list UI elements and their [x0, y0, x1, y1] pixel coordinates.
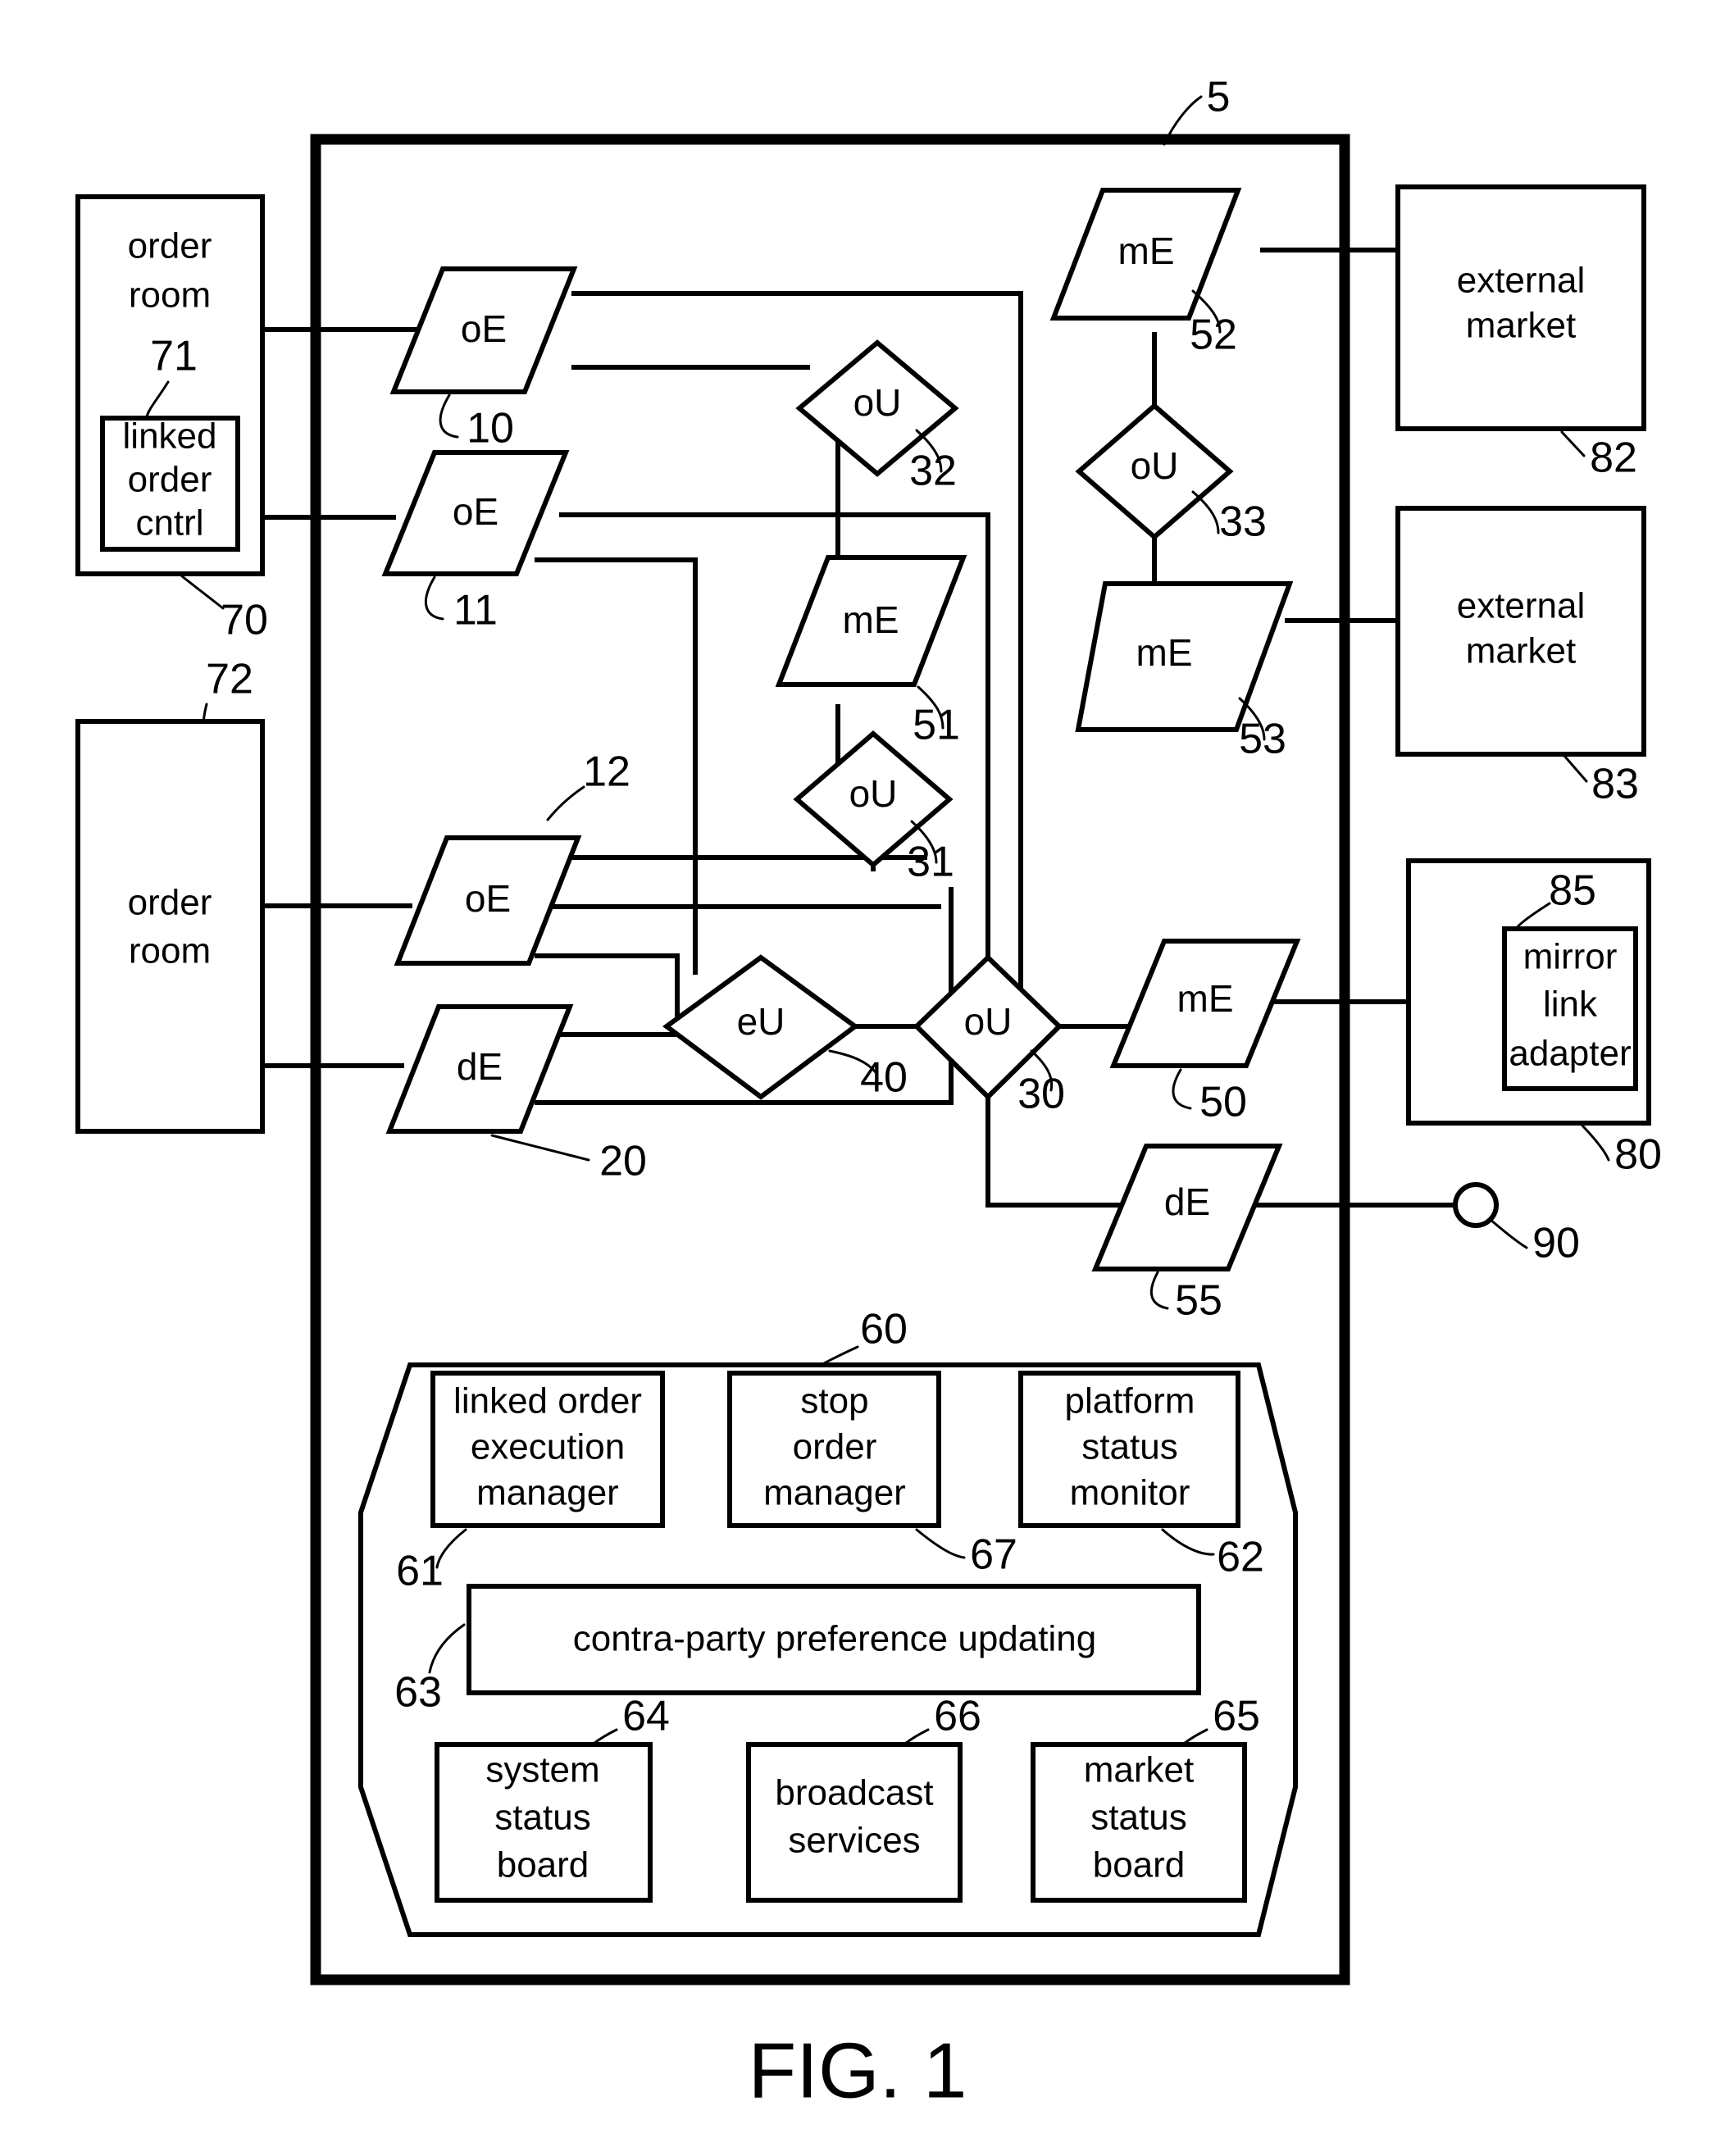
engine-mE-50-label: mE — [1177, 977, 1234, 1020]
ref-20: 20 — [599, 1138, 647, 1185]
ref-33: 33 — [1219, 498, 1267, 546]
updater-oU-30-label: oU — [964, 1000, 1013, 1043]
leader-20 — [490, 1134, 590, 1162]
broadcast-services-line-1: broadcast — [775, 1773, 933, 1813]
ref-31: 31 — [907, 839, 954, 886]
ref-32: 32 — [909, 448, 957, 495]
ref-82: 82 — [1590, 434, 1637, 482]
leader-10 — [439, 393, 459, 439]
ref-10: 10 — [467, 405, 514, 453]
system-status-board-line-3: board — [497, 1845, 589, 1885]
leader-80 — [1581, 1124, 1610, 1162]
ref-66: 66 — [934, 1693, 981, 1740]
ref-62: 62 — [1217, 1534, 1264, 1581]
leader-55 — [1149, 1271, 1169, 1310]
engine-mE-51-label: mE — [843, 598, 899, 641]
ref-65: 65 — [1213, 1693, 1260, 1740]
linked-order-execution-manager-line-1: linked order — [453, 1381, 642, 1421]
mirror-link-adapter-line-2: link — [1543, 985, 1598, 1025]
engine-dE-55-label: dE — [1164, 1180, 1210, 1223]
updater-oU-32-label: oU — [853, 381, 902, 424]
updater-oU-31-label: oU — [849, 772, 898, 815]
stop-order-manager-line-3: manager — [763, 1473, 906, 1513]
ref-50: 50 — [1199, 1079, 1247, 1126]
updater-oU-33-label: oU — [1131, 444, 1179, 487]
platform-status-monitor-line-2: status — [1081, 1427, 1177, 1467]
linked-order-cntrl-line-3: cntrl — [135, 503, 203, 544]
figure-canvas: 5 order room 71 linked order cntrl 70 72… — [75, 74, 1662, 2114]
market-status-board-line-3: board — [1093, 1845, 1186, 1885]
external-market-82-line-1: external — [1457, 261, 1586, 301]
engine-oE-12-label: oE — [465, 877, 511, 920]
engine-mE-52-label: mE — [1118, 230, 1175, 272]
ref-12: 12 — [583, 748, 630, 796]
market-status-board-line-2: status — [1090, 1798, 1186, 1838]
ref-72: 72 — [206, 656, 253, 703]
ref-40: 40 — [860, 1054, 908, 1102]
engine-mE-53-label: mE — [1136, 631, 1193, 674]
engine-oE-10-label: oE — [461, 307, 507, 350]
platform-status-monitor-line-1: platform — [1065, 1381, 1195, 1421]
leader-70 — [180, 575, 225, 610]
order-room-70-line-1: order — [128, 226, 212, 266]
external-market-83-line-1: external — [1457, 586, 1586, 626]
ref-53: 53 — [1239, 716, 1286, 763]
mirror-link-adapter-line-1: mirror — [1523, 937, 1618, 977]
ref-67: 67 — [970, 1531, 1017, 1579]
ref-63: 63 — [394, 1669, 442, 1717]
ref-60: 60 — [860, 1306, 908, 1353]
ref-80: 80 — [1614, 1131, 1662, 1179]
leader-50 — [1172, 1068, 1192, 1110]
ref-85: 85 — [1549, 867, 1596, 915]
leader-83 — [1563, 754, 1588, 783]
stop-order-manager-line-2: order — [793, 1427, 877, 1467]
ref-83: 83 — [1591, 761, 1639, 808]
linked-order-execution-manager-line-2: execution — [471, 1427, 625, 1467]
ref-71: 71 — [150, 333, 198, 380]
order-room-70-line-2: room — [129, 275, 211, 316]
ref-70: 70 — [221, 597, 268, 644]
ref-11: 11 — [453, 587, 498, 635]
contra-party-preference-updating-label: contra-party preference updating — [573, 1619, 1096, 1659]
patent-figure-1: 5 order room 71 linked order cntrl 70 72… — [0, 0, 1716, 2156]
system-status-board-line-2: status — [494, 1798, 590, 1838]
system-status-board-line-1: system — [485, 1750, 599, 1790]
order-room-72-line-1: order — [128, 883, 212, 923]
figure-caption: FIG. 1 — [749, 2026, 967, 2114]
updater-eU-40-label: eU — [737, 1000, 785, 1043]
ref-64: 64 — [622, 1693, 670, 1740]
leader-82 — [1560, 430, 1586, 457]
ref-61: 61 — [396, 1548, 444, 1595]
ref-5: 5 — [1207, 74, 1231, 121]
engine-oE-11-label: oE — [453, 490, 498, 533]
order-room-72-box[interactable] — [75, 719, 265, 1134]
broadcast-services-line-2: services — [788, 1821, 920, 1861]
leader-11 — [425, 575, 444, 621]
ref-51: 51 — [913, 702, 960, 749]
ref-55: 55 — [1175, 1277, 1222, 1325]
leader-90 — [1489, 1218, 1528, 1249]
ref-90: 90 — [1532, 1220, 1580, 1267]
order-room-72-line-2: room — [129, 931, 211, 971]
engine-dE-20-label: dE — [457, 1045, 503, 1088]
ref-30: 30 — [1017, 1071, 1065, 1118]
linked-order-cntrl-line-2: order — [128, 460, 212, 500]
platform-status-monitor-line-3: monitor — [1070, 1473, 1190, 1513]
linked-order-cntrl-line-1: linked — [123, 416, 217, 457]
leader-12 — [546, 785, 585, 821]
linked-order-execution-manager-line-3: manager — [476, 1473, 619, 1513]
market-status-board-line-1: market — [1084, 1750, 1194, 1790]
external-market-83-line-2: market — [1466, 631, 1576, 671]
mirror-link-adapter-line-3: adapter — [1509, 1034, 1631, 1074]
ref-52: 52 — [1190, 312, 1237, 359]
external-market-82-line-2: market — [1466, 306, 1576, 346]
stop-order-manager-line-1: stop — [800, 1381, 868, 1421]
